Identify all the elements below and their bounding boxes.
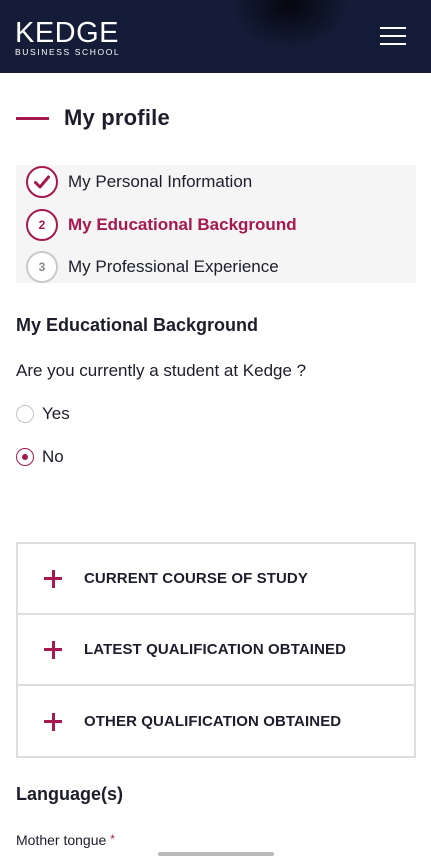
check-icon	[26, 166, 58, 198]
plus-icon	[44, 569, 62, 588]
student-question: Are you currently a student at Kedge ?	[16, 361, 307, 380]
required-mark: *	[110, 832, 115, 846]
section-title-education: My Educational Background	[16, 315, 259, 335]
page-title-row: My profile	[16, 100, 170, 136]
accordion-other-qualification[interactable]: OTHER QUALIFICATION OBTAINED	[18, 686, 414, 757]
step-number: 2	[26, 209, 58, 241]
step-educational-background[interactable]: 2 My Educational Background	[26, 208, 297, 242]
step-number: 3	[26, 251, 58, 283]
radio-option-no[interactable]: No	[16, 447, 64, 467]
step-label: My Professional Experience	[68, 257, 279, 276]
field-label-text: Mother tongue	[16, 832, 107, 848]
radio-button[interactable]	[16, 448, 34, 466]
accordion-current-course[interactable]: CURRENT COURSE OF STUDY	[18, 544, 414, 615]
mother-tongue-label: Mother tongue *	[16, 832, 115, 848]
step-label: My Educational Background	[68, 215, 297, 234]
section-title-languages: Language(s)	[16, 784, 124, 804]
plus-icon	[44, 640, 62, 659]
kedge-logo[interactable]: KEDGE BUSINESS SCHOOL	[15, 17, 121, 58]
page-title: My profile	[64, 105, 170, 130]
accordion-label: OTHER QUALIFICATION OBTAINED	[84, 713, 342, 730]
radio-button[interactable]	[16, 405, 34, 423]
step-professional-experience[interactable]: 3 My Professional Experience	[26, 250, 279, 284]
step-personal-information[interactable]: My Personal Information	[26, 165, 252, 199]
logo-sub-text: BUSINESS SCHOOL	[15, 47, 121, 57]
step-label: My Personal Information	[68, 172, 253, 191]
accordion-label: LATEST QUALIFICATION OBTAINED	[84, 641, 347, 658]
radio-label: Yes	[42, 404, 70, 423]
accordion-latest-qualification[interactable]: LATEST QUALIFICATION OBTAINED	[18, 615, 414, 686]
app-header: KEDGE BUSINESS SCHOOL	[0, 0, 431, 73]
title-accent-dash	[16, 116, 49, 120]
hamburger-menu-icon[interactable]	[380, 27, 406, 49]
plus-icon	[44, 712, 62, 731]
home-indicator	[158, 852, 274, 856]
profile-steps: My Personal Information 2 My Educational…	[16, 165, 416, 283]
radio-option-yes[interactable]: Yes	[16, 404, 70, 424]
radio-label: No	[42, 447, 64, 466]
logo-main-text: KEDGE	[15, 17, 120, 49]
accordion-label: CURRENT COURSE OF STUDY	[84, 570, 308, 587]
qualification-accordion: CURRENT COURSE OF STUDY LATEST QUALIFICA…	[16, 542, 416, 758]
